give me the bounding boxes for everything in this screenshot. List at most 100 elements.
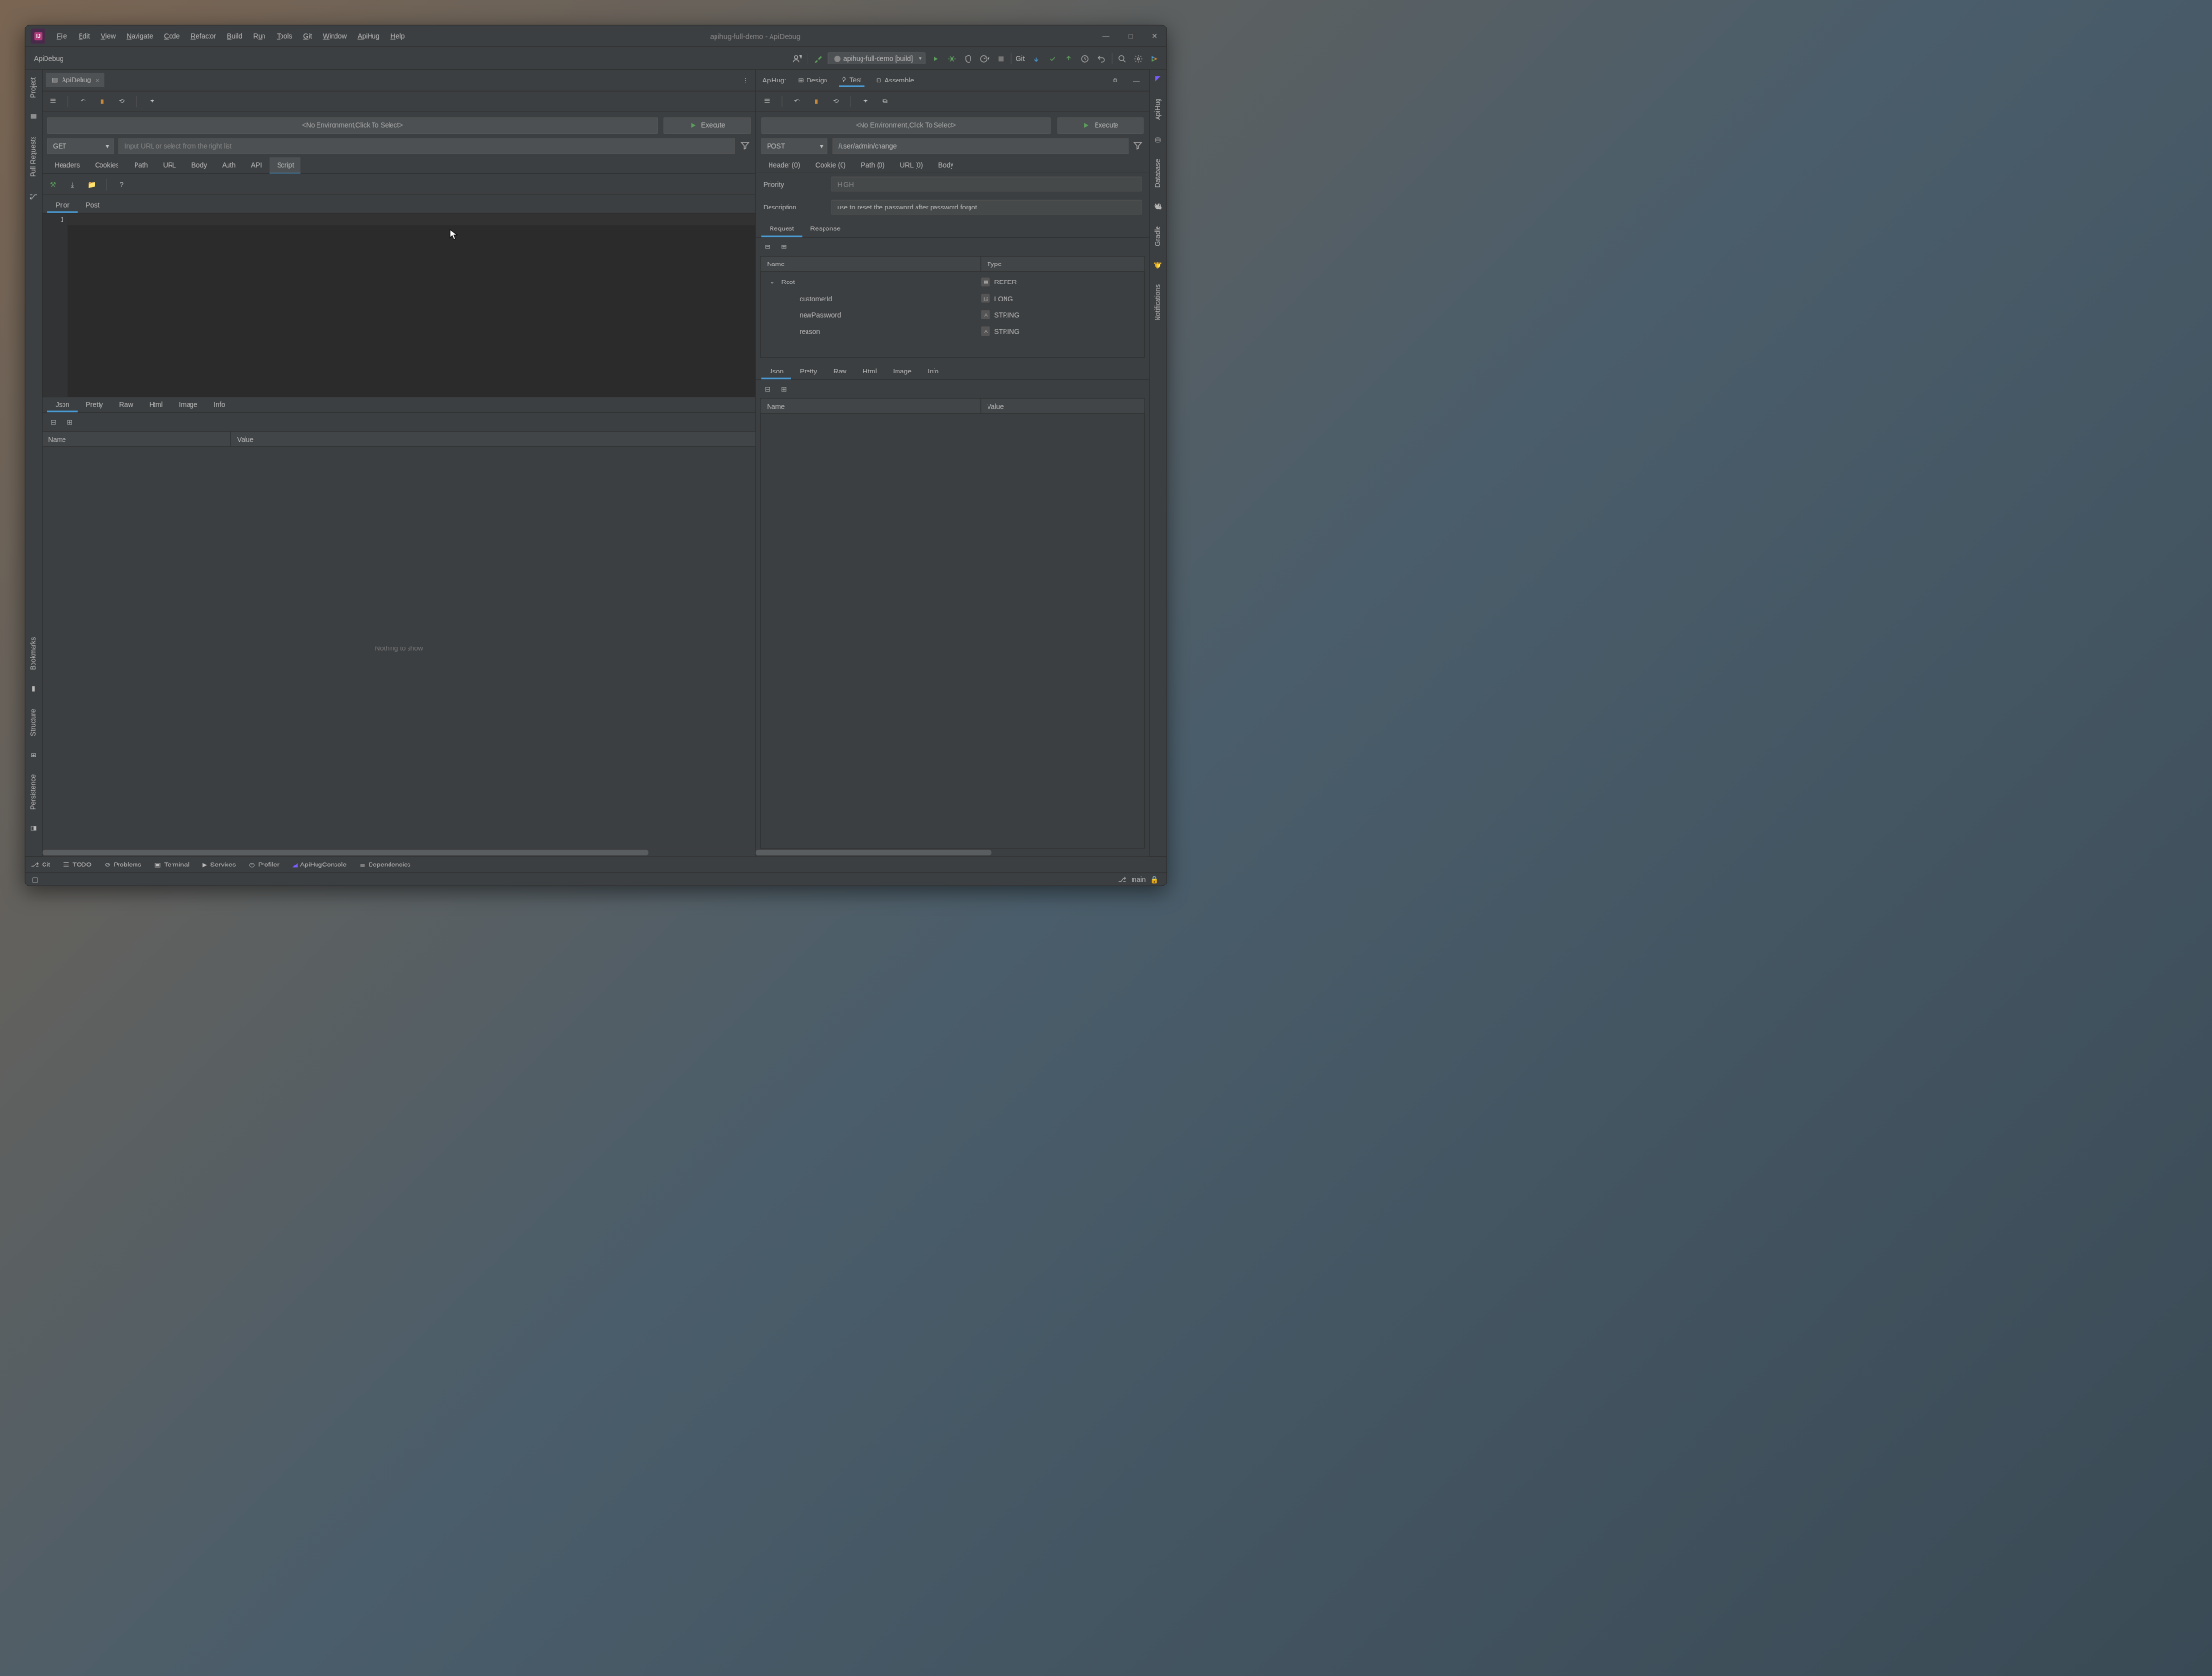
gutter-database[interactable]: Database xyxy=(1153,157,1161,190)
tab-cookie--0-[interactable]: Cookie (0) xyxy=(808,157,853,173)
tab-json[interactable]: Json xyxy=(761,364,791,379)
sb-dependencies[interactable]: ≣Dependencies xyxy=(360,861,411,869)
sb-git[interactable]: ⎇Git xyxy=(31,861,50,869)
persistence-icon[interactable]: ◧ xyxy=(29,825,38,833)
tab-info[interactable]: Info xyxy=(206,397,233,412)
tab-info[interactable]: Info xyxy=(919,364,947,379)
tab-body[interactable]: Body xyxy=(185,157,214,173)
collapse-all-icon[interactable]: ⊞ xyxy=(63,416,76,428)
rollback-icon[interactable] xyxy=(1096,52,1108,64)
minimize-button[interactable]: — xyxy=(1101,31,1112,42)
editor-tab-apidebug[interactable]: ▤ ApiDebug × xyxy=(46,73,104,88)
tab-api[interactable]: API xyxy=(244,157,268,173)
gradle-icon[interactable]: 🐘 xyxy=(1153,203,1162,211)
menu-window[interactable]: Window xyxy=(318,30,353,42)
plugin-icon[interactable] xyxy=(1149,52,1161,64)
refresh-icon[interactable]: ⟲ xyxy=(831,97,841,106)
menu-view[interactable]: View xyxy=(96,30,120,42)
hug-tab-test[interactable]: ⚲ Test xyxy=(839,73,865,87)
script-editor[interactable]: 1 xyxy=(43,213,756,397)
tab-pretty[interactable]: Pretty xyxy=(78,397,111,412)
url-input-right[interactable]: /user/admin/change xyxy=(833,138,1129,154)
tab-pretty[interactable]: Pretty xyxy=(791,364,825,379)
gear-icon[interactable]: ⚙ xyxy=(1109,74,1121,86)
history-icon[interactable] xyxy=(1079,52,1091,64)
tab-menu-icon[interactable]: ⋮ xyxy=(739,74,752,86)
minimize-panel-icon[interactable]: — xyxy=(1131,74,1143,86)
menu-code[interactable]: Code xyxy=(159,30,185,42)
gutter-apihug[interactable]: ApiHug xyxy=(1153,97,1161,122)
menu-git[interactable]: Git xyxy=(299,30,317,42)
user-icon[interactable]: ▾ xyxy=(790,52,803,64)
git-commit-icon[interactable] xyxy=(1046,52,1059,64)
menu-help[interactable]: Help xyxy=(386,30,409,42)
tab-request[interactable]: Request xyxy=(761,222,802,237)
tab-path[interactable]: Path xyxy=(127,157,154,173)
priority-value[interactable]: HIGH xyxy=(831,177,1141,192)
bookmark-icon[interactable]: ▮ xyxy=(98,97,107,106)
tab-header--0-[interactable]: Header (0) xyxy=(761,157,807,173)
help-icon[interactable]: ? xyxy=(118,180,127,190)
scrollbar-thumb[interactable] xyxy=(43,850,649,855)
structure-icon[interactable]: ⊞ xyxy=(29,752,38,760)
coverage-button[interactable] xyxy=(962,52,974,64)
execute-button-right[interactable]: Execute xyxy=(1057,117,1143,134)
refresh-icon[interactable]: ⟲ xyxy=(118,97,127,106)
bookmark-icon[interactable]: ▮ xyxy=(29,685,38,694)
scrollbar-thumb[interactable] xyxy=(756,850,992,855)
filter-icon[interactable] xyxy=(1133,140,1144,151)
hug-tab-assemble[interactable]: ⊡ Assemble xyxy=(873,73,916,87)
tab-body[interactable]: Body xyxy=(932,157,961,173)
run-button[interactable] xyxy=(930,52,942,64)
sb-todo[interactable]: ☰TODO xyxy=(63,861,92,869)
close-tab-icon[interactable]: × xyxy=(95,76,99,84)
bookmark-icon[interactable]: ▮ xyxy=(811,97,821,106)
tab-response[interactable]: Response xyxy=(803,222,849,237)
tab-html[interactable]: Html xyxy=(855,364,885,379)
gutter-structure[interactable]: Structure xyxy=(29,707,37,738)
tab-headers[interactable]: Headers xyxy=(47,157,87,173)
tree-row-reason[interactable]: reasonASTRING xyxy=(761,323,1145,339)
tab-json[interactable]: Json xyxy=(47,397,78,412)
tree-icon[interactable]: ☰ xyxy=(762,97,771,106)
execute-button[interactable]: Execute xyxy=(663,117,750,134)
menu-refactor[interactable]: Refactor xyxy=(186,30,221,42)
ai-icon[interactable]: ✦ xyxy=(861,97,871,106)
gutter-notifications[interactable]: Notifications xyxy=(1153,282,1161,322)
tab-raw[interactable]: Raw xyxy=(825,364,855,379)
database-icon[interactable]: ⛁ xyxy=(1153,136,1162,144)
undo-icon[interactable]: ↶ xyxy=(792,97,802,106)
tree-row-root[interactable]: ⌄Root▦REFER xyxy=(761,274,1145,290)
import-icon[interactable]: ⤓ xyxy=(68,180,78,190)
undo-icon[interactable]: ↶ xyxy=(79,97,88,106)
close-button[interactable]: ✕ xyxy=(1150,31,1160,42)
sb-apihugconsole[interactable]: ◢ApiHugConsole xyxy=(292,861,346,869)
lock-icon[interactable]: 🔒 xyxy=(1151,875,1159,884)
stop-button[interactable] xyxy=(995,52,1007,64)
tab-script[interactable]: Script xyxy=(270,157,301,173)
menu-apihug[interactable]: ApiHug xyxy=(353,30,385,42)
expand-all-icon[interactable]: ⊟ xyxy=(47,416,60,428)
tab-url[interactable]: URL xyxy=(156,157,184,173)
expand-all-icon[interactable]: ⊟ xyxy=(761,383,773,395)
expand-all-icon[interactable]: ⊟ xyxy=(761,241,773,253)
environment-select[interactable]: <No Environment,Click To Select> xyxy=(47,117,658,134)
git-pull-icon[interactable] xyxy=(1030,52,1043,64)
url-input[interactable]: Input URL or select from the right list xyxy=(118,138,734,154)
branch-name[interactable]: main xyxy=(1132,876,1146,884)
apihug-icon[interactable]: ◢ xyxy=(1153,75,1162,83)
git-push-icon[interactable] xyxy=(1062,52,1075,64)
menu-navigate[interactable]: Navigate xyxy=(121,30,157,42)
gutter-bookmarks[interactable]: Bookmarks xyxy=(29,635,37,672)
menu-run[interactable]: Run xyxy=(248,30,271,42)
project-icon[interactable]: ▦ xyxy=(29,113,38,121)
debug-button[interactable] xyxy=(946,52,958,64)
gutter-project[interactable]: Project xyxy=(29,75,37,100)
tab-path--0-[interactable]: Path (0) xyxy=(854,157,892,173)
copy-icon[interactable]: ⧉ xyxy=(880,97,890,106)
search-icon[interactable] xyxy=(1116,52,1129,64)
run-config-select[interactable]: apihug-full-demo [build] xyxy=(828,52,926,64)
settings-icon[interactable] xyxy=(1133,52,1145,64)
menu-build[interactable]: Build xyxy=(223,30,247,42)
sb-profiler[interactable]: ◷Profiler xyxy=(249,861,279,869)
